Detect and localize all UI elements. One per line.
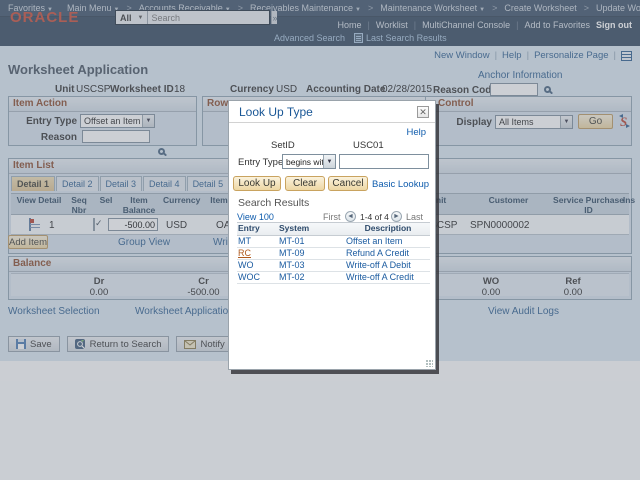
resize-handle[interactable] — [426, 360, 433, 367]
setid-value: USC01 — [353, 140, 384, 151]
result-row[interactable]: MT MT-01 Offset an Item — [237, 236, 430, 248]
result-link[interactable]: WOC — [238, 272, 260, 282]
page-next-icon[interactable]: ► — [391, 211, 402, 222]
col-entry-type: Entry Type — [237, 223, 279, 235]
entry-type-search-input[interactable] — [339, 154, 429, 169]
basic-lookup-link[interactable]: Basic Lookup — [372, 179, 429, 190]
view-100-link[interactable]: View 100 — [237, 212, 274, 222]
result-link[interactable]: MT-03 — [279, 260, 305, 270]
dialog-help-link[interactable]: Help — [406, 127, 426, 138]
result-link[interactable]: Refund A Credit — [346, 248, 409, 258]
result-link[interactable]: Write-off A Credit — [346, 272, 414, 282]
search-results-table: Entry Type System Function ID Descriptio… — [237, 222, 430, 284]
chevron-down-icon: ▼ — [323, 155, 335, 168]
result-link[interactable]: WO — [238, 260, 254, 270]
result-row[interactable]: RC MT-09 Refund A Credit — [237, 248, 430, 260]
clear-button[interactable]: Clear — [285, 176, 325, 191]
operator-select[interactable]: begins with▼ — [282, 154, 336, 169]
result-link[interactable]: Write-off A Debit — [346, 260, 411, 270]
dialog-title: Look Up Type — [239, 105, 313, 119]
cancel-button[interactable]: Cancel — [328, 176, 368, 191]
result-link[interactable]: MT-01 — [279, 236, 305, 246]
pagination-last: Last — [406, 212, 423, 222]
dialog-titlebar: Look Up Type ✕ — [229, 101, 435, 123]
search-results-heading: Search Results — [238, 197, 309, 209]
col-description: Description — [346, 223, 430, 235]
result-row[interactable]: WOC MT-02 Write-off A Credit — [237, 272, 430, 284]
lookup-type-dialog: Look Up Type ✕ Help SetID USC01 Entry Ty… — [228, 100, 436, 370]
result-row[interactable]: WO MT-03 Write-off A Debit — [237, 260, 430, 272]
look-up-button[interactable]: Look Up — [233, 176, 281, 191]
page-previous-icon[interactable]: ◄ — [345, 211, 356, 222]
pagination-first: First — [323, 212, 341, 222]
results-header-row: Entry Type System Function ID Descriptio… — [237, 223, 430, 236]
close-icon[interactable]: ✕ — [417, 106, 429, 118]
result-link[interactable]: MT-09 — [279, 248, 305, 258]
pagination-range: 1-4 of 4 — [360, 212, 389, 222]
setid-label: SetID — [271, 140, 295, 151]
result-link[interactable]: MT-02 — [279, 272, 305, 282]
application-window: Favorites▼ Main Menu▼ > Accounts Receiva… — [0, 0, 640, 480]
col-system-function-id: System Function ID — [279, 223, 346, 235]
entry-type-lookup-label: Entry Type — [238, 157, 283, 168]
result-link[interactable]: Offset an Item — [346, 236, 402, 246]
result-link-active[interactable]: RC — [238, 248, 251, 258]
result-link[interactable]: MT — [238, 236, 251, 246]
